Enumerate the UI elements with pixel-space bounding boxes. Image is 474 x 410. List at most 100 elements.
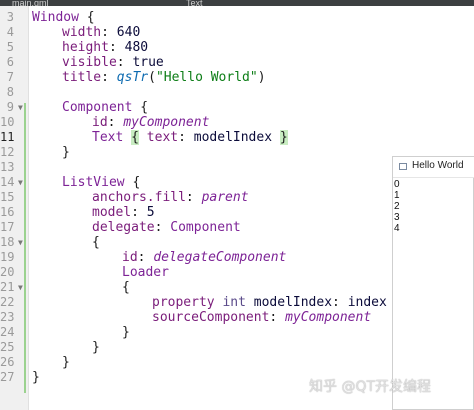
change-marker-bar [24,103,26,393]
brace: } [62,355,70,370]
list-item: 0 [394,179,400,190]
line-number: 8 [6,85,14,99]
fold-arrow-icon[interactable]: ▼ [18,175,23,190]
code-line-21: { [122,280,130,295]
type-keyword: int [222,295,254,310]
property-name: model [92,205,132,220]
property-value: myComponent [285,310,372,325]
brace: } [32,370,40,385]
property-value: 5 [146,205,155,220]
watermark: 知乎 @QT开发编程 [309,379,432,395]
code-line-9: Component { [62,100,148,115]
line-number: 15 [0,190,15,204]
property-value: 480 [124,40,149,55]
colon: : [107,115,124,130]
code-line-6: visible: true [62,55,164,70]
fold-arrow-icon[interactable]: ▼ [18,280,23,295]
code-line-19: id: delegateComponent [122,250,286,265]
line-number: 9 [6,100,14,114]
property-name: height [62,40,109,55]
list-item: 3 [394,212,400,223]
paren: ) [257,70,266,85]
fold-arrow-icon[interactable]: ▼ [18,100,23,115]
fold-arrow-icon[interactable]: ▼ [18,235,23,250]
property-value: delegateComponent [153,250,287,265]
line-number: 12 [0,145,15,159]
property-name: text [138,130,179,145]
line-number: 16 [0,205,15,219]
type-name: Loader [122,265,169,280]
colon: : [116,55,133,70]
line-number: 23 [0,310,15,324]
brace: } [62,145,70,160]
type-name: Component [170,220,241,235]
brace: { [92,235,100,250]
window-icon [399,163,407,170]
property-name: width [62,25,102,40]
line-number: 21 [0,280,15,294]
preview-window[interactable]: Hello World 0 1 2 3 4 [392,156,474,410]
line-number: 10 [0,115,15,129]
line-number: 25 [0,340,15,354]
property-name: visible [62,55,117,70]
code-line-3: Window { [32,10,95,25]
property-value: 640 [116,25,141,40]
property-name: id [92,115,108,130]
line-number: 24 [0,325,15,339]
paren: ( [148,70,156,85]
colon: : [185,190,202,205]
code-line-26: } [62,355,70,370]
brace: { [78,10,95,25]
property-name: title [62,70,102,85]
code-line-23: sourceComponent: myComponent [152,310,371,325]
property-name: sourceComponent [152,310,270,325]
property-name: id [122,250,138,265]
code-line-10: id: myComponent [92,115,209,130]
property-value: parent [201,190,249,205]
type-name: Text [92,130,124,145]
line-number: 6 [6,55,14,69]
brace: } [122,325,130,340]
brace: } [92,340,100,355]
window-title: Hello World [412,160,464,171]
line-number: 22 [0,295,15,309]
list-item: 4 [394,223,400,234]
code-line-22: property int modelIndex: index [152,295,387,310]
preview-title-bar[interactable]: Hello World [393,157,474,178]
line-number: 7 [6,70,14,84]
colon: : [154,220,171,235]
brace: { [122,280,130,295]
code-line-16: model: 5 [92,205,155,220]
property-value: modelIndex [193,130,280,145]
line-number-current: 11 [0,130,15,144]
code-line-27: } [32,370,40,385]
colon: : [269,310,286,325]
type-name: Component [62,100,133,115]
brace: { [124,175,141,190]
code-line-25: } [92,340,100,355]
colon: : [332,295,348,310]
matched-brace: } [279,130,288,145]
code-editor[interactable]: Window { width: 640 height: 480 visible:… [32,0,392,410]
line-number: 3 [6,10,14,24]
list-item: 1 [394,190,400,201]
line-number: 5 [6,40,14,54]
line-number: 26 [0,355,15,369]
colon: : [108,40,125,55]
line-number: 14 [0,175,15,189]
code-line-24: } [122,325,130,340]
code-line-4: width: 640 [62,25,140,40]
line-number: 13 [0,160,15,174]
colon: : [131,205,147,220]
code-line-5: height: 480 [62,40,148,55]
property-value: index [347,295,387,310]
code-line-18: { [92,235,100,250]
colon: : [137,250,154,265]
code-line-7: title: qsTr("Hello World") [62,70,266,85]
line-number: 4 [6,25,14,39]
property-name: anchors.fill [92,190,186,205]
colon: : [178,130,194,145]
property-value: myComponent [123,115,210,130]
property-name: modelIndex [253,295,333,310]
line-number: 27 [0,370,15,384]
